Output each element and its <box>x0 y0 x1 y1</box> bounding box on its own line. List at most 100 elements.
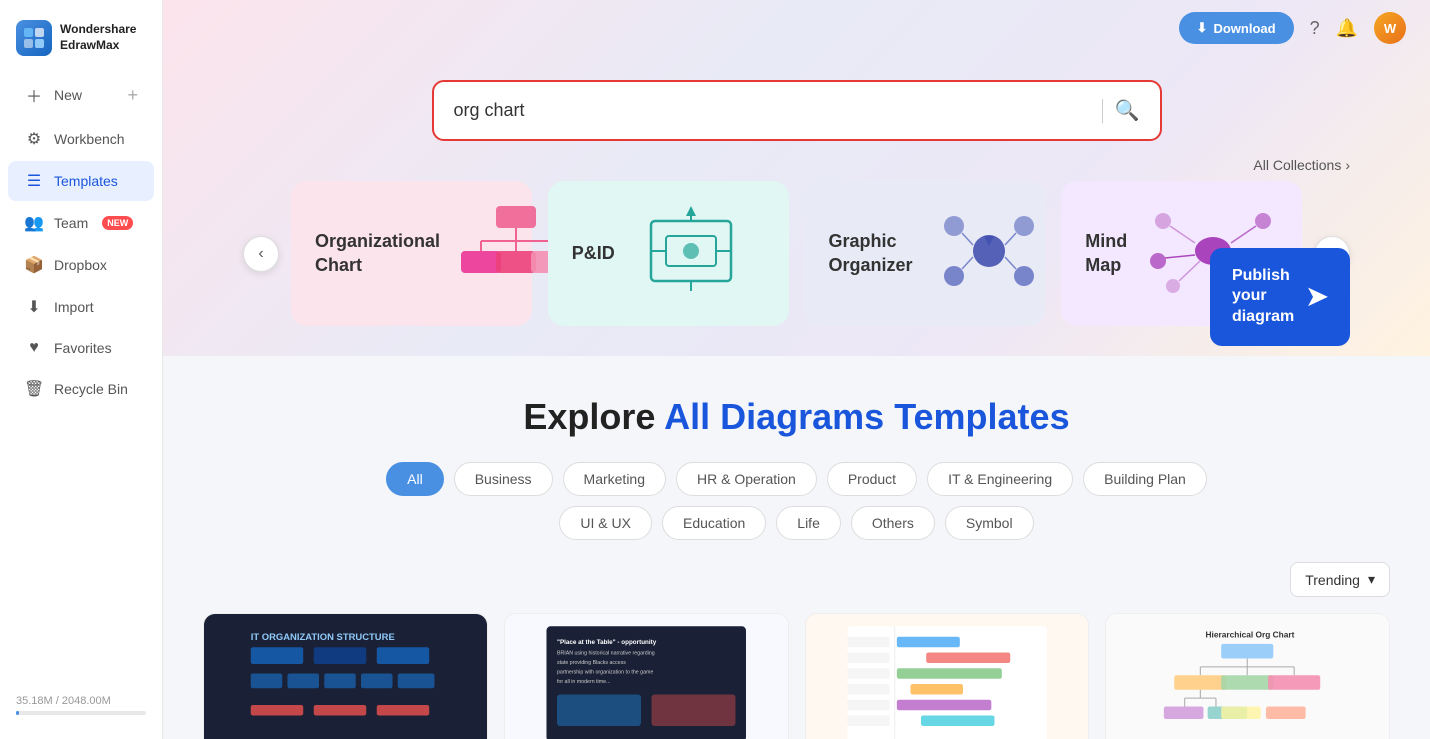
template-card-place-table[interactable]: "Place at the Table" - opportunity BRIAN… <box>504 613 789 739</box>
explore-title: Explore All Diagrams Templates <box>203 396 1390 438</box>
template-thumb-place-table: "Place at the Table" - opportunity BRIAN… <box>505 614 788 739</box>
explore-title-plain: Explore <box>523 396 664 437</box>
sidebar: Wondershare EdrawMax ＋ New + ⚙ Workbench… <box>0 0 163 739</box>
filter-marketing[interactable]: Marketing <box>563 462 666 496</box>
sidebar-item-label: Recycle Bin <box>54 381 128 397</box>
svg-text:for all in modern time...: for all in modern time... <box>557 679 610 685</box>
filter-symbol[interactable]: Symbol <box>945 506 1034 540</box>
new-icon: ＋ <box>24 83 44 107</box>
filter-education[interactable]: Education <box>662 506 766 540</box>
all-collections-label: All Collections <box>1253 157 1341 173</box>
sidebar-item-label: Favorites <box>54 340 112 356</box>
search-divider <box>1102 99 1103 123</box>
template-thumb-it-org: IT ORGANIZATION STRUCTURE <box>204 614 487 739</box>
filter-it-engineering[interactable]: IT & Engineering <box>927 462 1073 496</box>
search-wrapper: 🔍 <box>432 80 1162 141</box>
carousel-inner: OrganizationalChart <box>291 181 1302 326</box>
card-pid[interactable]: P&ID <box>548 181 789 326</box>
chevron-icon: › <box>1345 157 1350 173</box>
sidebar-item-label: Import <box>54 299 94 315</box>
sidebar-item-label: Dropbox <box>54 257 107 273</box>
template-thumb-gantt <box>806 614 1089 739</box>
card-graphic-label: GraphicOrganizer <box>829 230 913 277</box>
sidebar-item-import[interactable]: ⬇ Import <box>8 287 154 327</box>
main-content: ⬇ Download ? 🔔 W 🔍 All Collections › <box>163 0 1430 739</box>
svg-text:Hierarchical Org Chart: Hierarchical Org Chart <box>1206 630 1295 640</box>
new-badge: NEW <box>102 216 133 230</box>
svg-text:partnership with organization: partnership with organization to the gam… <box>557 670 653 676</box>
chevron-down-icon: ▾ <box>1368 571 1375 588</box>
workbench-icon: ⚙ <box>24 129 44 149</box>
sidebar-item-recycle[interactable]: 🗑 Recycle Bin <box>8 369 154 409</box>
storage-label: 35.18M / 2048.00M <box>16 695 146 707</box>
download-button[interactable]: ⬇ Download <box>1179 12 1294 44</box>
sidebar-item-workbench[interactable]: ⚙ Workbench <box>8 119 154 159</box>
template-card-gantt[interactable]: Gantt Chart <box>805 613 1090 739</box>
trending-row: Trending ▾ <box>203 550 1390 613</box>
template-card-it-org[interactable]: IT ORGANIZATION STRUCTURE IT <box>203 613 488 739</box>
download-icon: ⬇ <box>1197 20 1208 36</box>
filter-business[interactable]: Business <box>454 462 553 496</box>
svg-text:"Place at the Table" - opportu: "Place at the Table" - opportunity <box>557 639 657 646</box>
publish-icon: ➤ <box>1306 280 1328 314</box>
templates-icon: ☰ <box>24 171 44 191</box>
sidebar-item-label: New <box>54 87 82 103</box>
favorites-icon: ♥ <box>24 339 44 357</box>
template-card-hierarchical-org[interactable]: Hierarchical Org Chart <box>1105 613 1390 739</box>
filter-ui-ux[interactable]: UI & UX <box>559 506 652 540</box>
notification-icon[interactable]: 🔔 <box>1336 18 1358 39</box>
sidebar-item-label: Team <box>54 215 88 231</box>
sidebar-item-label: Templates <box>54 173 118 189</box>
sidebar-item-team[interactable]: 👥 Team NEW <box>8 203 154 243</box>
publish-popup[interactable]: Publishyourdiagram ➤ <box>1210 248 1350 346</box>
card-mindmap-label: Mind Map <box>1085 230 1127 277</box>
search-inner: 🔍 <box>438 86 1156 135</box>
sidebar-item-dropbox[interactable]: 📦 Dropbox <box>8 245 154 285</box>
svg-text:BRIAN using historical narrati: BRIAN using historical narrative regardi… <box>557 651 655 657</box>
storage-fill <box>16 711 19 715</box>
filter-life[interactable]: Life <box>776 506 841 540</box>
search-icon[interactable]: 🔍 <box>1115 98 1140 123</box>
svg-text:IT ORGANIZATION STRUCTURE: IT ORGANIZATION STRUCTURE <box>251 632 395 643</box>
storage-info: 35.18M / 2048.00M <box>0 683 162 727</box>
carousel: ‹ OrganizationalChart <box>203 181 1390 326</box>
app-name: Wondershare EdrawMax <box>60 22 136 53</box>
all-collections-link[interactable]: All Collections › <box>1253 157 1350 173</box>
team-icon: 👥 <box>24 213 44 233</box>
carousel-prev-button[interactable]: ‹ <box>243 236 279 272</box>
dropbox-icon: 📦 <box>24 255 44 275</box>
avatar[interactable]: W <box>1374 12 1406 44</box>
app-logo[interactable]: Wondershare EdrawMax <box>0 12 162 72</box>
graphic-image <box>929 201 1049 306</box>
card-org-label: OrganizationalChart <box>315 230 440 277</box>
filter-building-plan[interactable]: Building Plan <box>1083 462 1207 496</box>
card-graphic-organizer[interactable]: GraphicOrganizer <box>805 181 1046 326</box>
import-icon: ⬇ <box>24 297 44 317</box>
sidebar-item-favorites[interactable]: ♥ Favorites <box>8 329 154 367</box>
filter-others[interactable]: Others <box>851 506 935 540</box>
filter-hr-operation[interactable]: HR & Operation <box>676 462 817 496</box>
filter-row-1: All Business Marketing HR & Operation Pr… <box>203 462 1390 496</box>
sidebar-item-templates[interactable]: ☰ Templates <box>8 161 154 201</box>
help-icon[interactable]: ? <box>1310 18 1320 39</box>
card-org-chart[interactable]: OrganizationalChart <box>291 181 532 326</box>
filter-row-2: UI & UX Education Life Others Symbol <box>203 506 1390 540</box>
search-input[interactable] <box>454 100 1090 121</box>
filter-all[interactable]: All <box>386 462 444 496</box>
sidebar-item-label: Workbench <box>54 131 125 147</box>
header: ⬇ Download ? 🔔 W <box>1155 0 1430 56</box>
filter-product[interactable]: Product <box>827 462 917 496</box>
svg-text:state providing Blacks access: state providing Blacks access <box>557 660 626 666</box>
explore-section: Explore All Diagrams Templates All Busin… <box>163 356 1430 739</box>
plus-icon: + <box>127 85 138 106</box>
recycle-icon: 🗑 <box>24 379 44 399</box>
search-border: 🔍 <box>432 80 1162 141</box>
template-grid: IT ORGANIZATION STRUCTURE IT <box>203 613 1390 739</box>
pid-image <box>631 201 751 306</box>
card-pid-label: P&ID <box>572 242 615 265</box>
template-thumb-hierarchical-org: Hierarchical Org Chart <box>1106 614 1389 739</box>
storage-bar <box>16 711 146 715</box>
explore-title-highlight: All Diagrams Templates <box>664 396 1069 437</box>
sidebar-item-new[interactable]: ＋ New + <box>8 73 154 117</box>
trending-select[interactable]: Trending ▾ <box>1290 562 1390 597</box>
